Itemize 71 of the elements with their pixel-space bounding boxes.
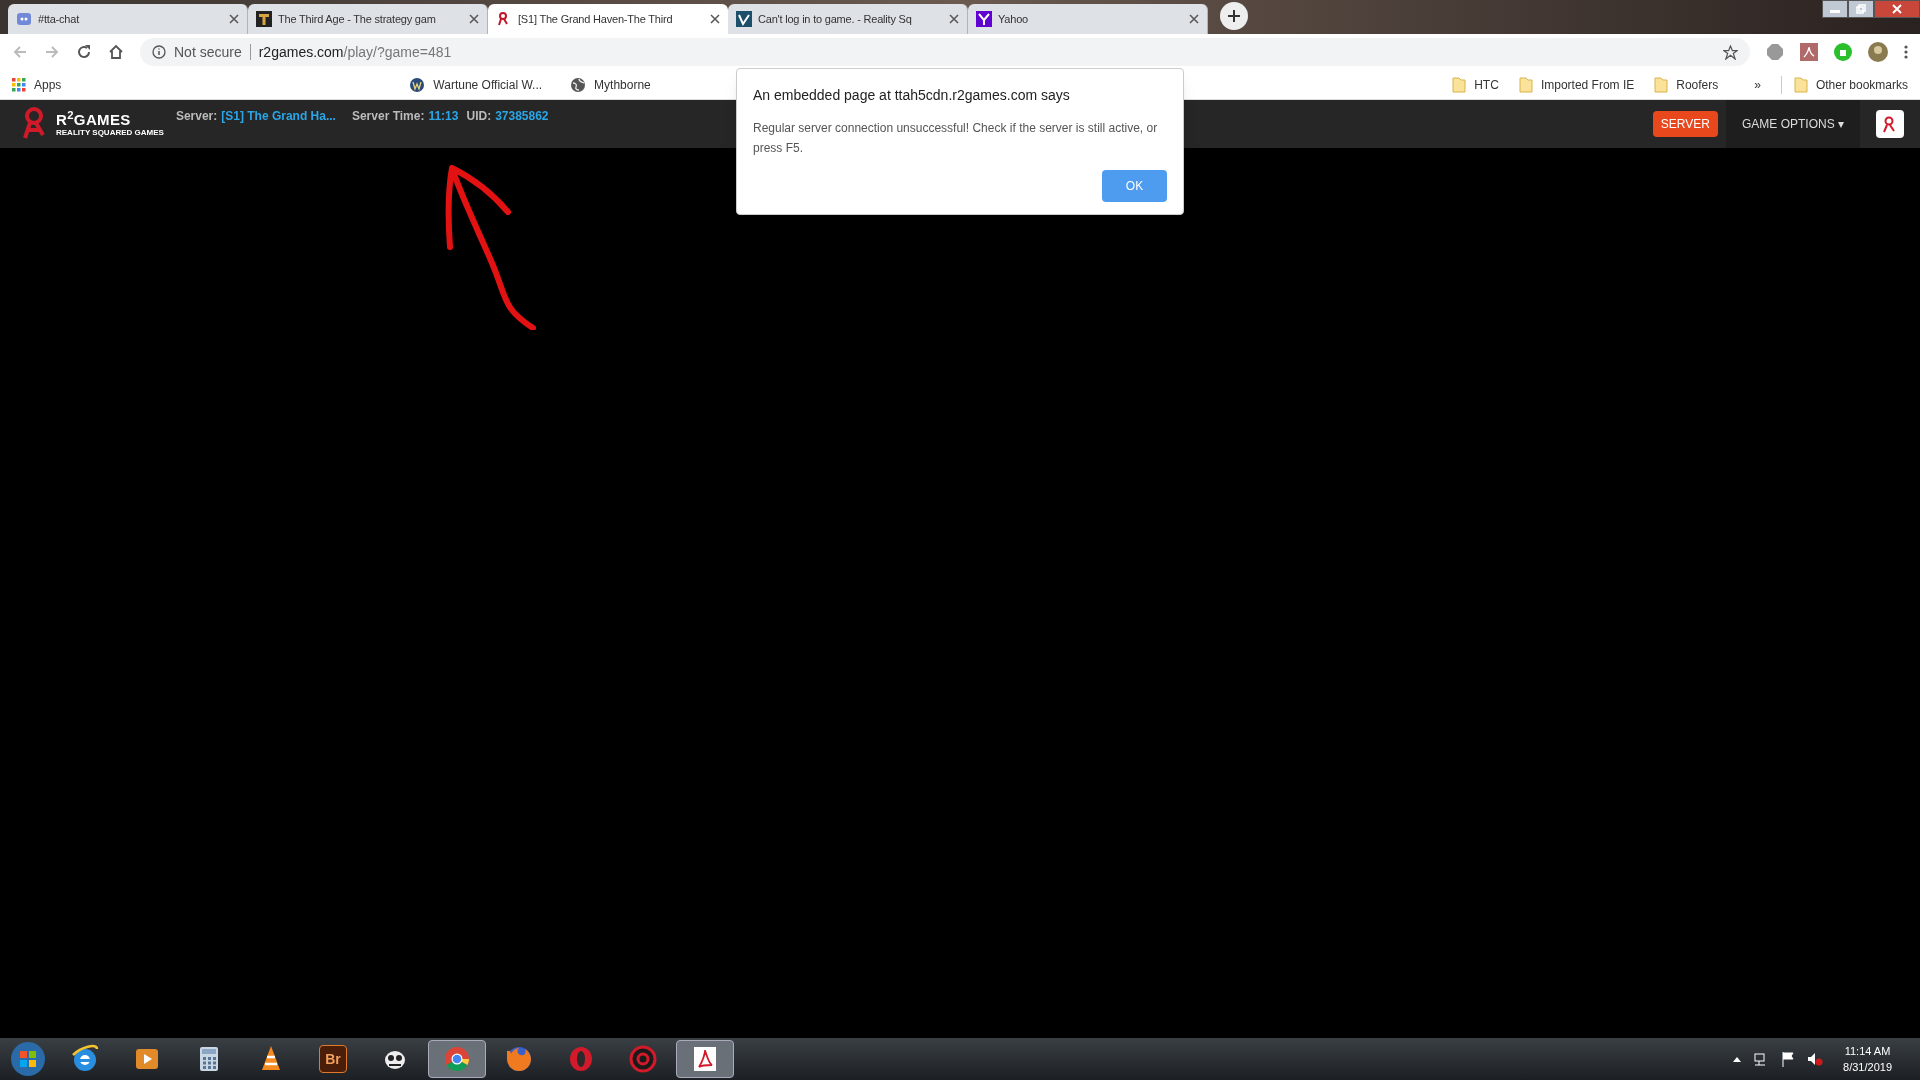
dialog-title: An embedded page at ttah5cdn.r2games.com says: [753, 86, 1071, 105]
restore-button[interactable]: [1848, 0, 1874, 18]
avatar-icon[interactable]: [1868, 42, 1888, 62]
apps-grid-icon: [12, 77, 26, 92]
close-icon: [1892, 4, 1902, 14]
tab-title: [S1] The Grand Haven-The Third: [518, 11, 673, 27]
stop-sign-icon[interactable]: [1766, 43, 1784, 61]
server-time: 11:13: [428, 108, 459, 125]
reload-icon[interactable]: [76, 44, 92, 60]
url-text: r2games.com/play/?game=481: [258, 42, 452, 62]
folder-icon: [1654, 76, 1669, 93]
plus-icon: [1228, 10, 1240, 22]
close-icon[interactable]: [229, 14, 239, 24]
caret-up-icon[interactable]: [1733, 1056, 1742, 1062]
tab-title: Can't log in to game. - Reality Sq: [758, 11, 912, 27]
server-label: Server:: [175, 108, 218, 125]
star-icon[interactable]: [1723, 44, 1738, 60]
browser-tab[interactable]: Can't log in to game. - Reality Sq: [728, 4, 968, 34]
letter-t-icon: [256, 11, 272, 27]
clock-date: 8/31/2019: [1843, 1060, 1892, 1075]
server-button[interactable]: SERVER: [1652, 111, 1718, 137]
close-icon[interactable]: [1189, 14, 1199, 24]
restore-icon: [1856, 4, 1866, 14]
close-window-button[interactable]: [1874, 0, 1920, 18]
profile-button[interactable]: [1876, 110, 1904, 138]
security-label: Not secure: [174, 42, 242, 62]
taskbar-app-button[interactable]: Br: [304, 1040, 362, 1078]
muted-speaker-icon[interactable]: [1807, 1051, 1824, 1067]
tab-title: Yahoo: [998, 11, 1028, 27]
minimize-icon: [1830, 10, 1840, 13]
tab-title: #tta-chat: [38, 11, 79, 27]
server-time-label: Server Time:: [351, 108, 425, 125]
chat-icon: [16, 11, 32, 27]
dialog-message: Regular server connection unsuccessful! Check if the server is still active, or press F5.: [753, 120, 1159, 157]
folder-icon: [1452, 76, 1467, 93]
bookmark-item[interactable]: HTC: [1452, 75, 1499, 94]
flag-icon[interactable]: [1781, 1051, 1796, 1067]
folder-icon: [1518, 76, 1533, 93]
bridge-app-icon: Br: [319, 1045, 347, 1073]
more-bookmarks-button[interactable]: »: [1754, 75, 1761, 94]
folder-icon: [1793, 76, 1808, 93]
browser-tab[interactable]: Yahoo: [968, 4, 1208, 34]
bookmark-item[interactable]: Other bookmarks: [1780, 75, 1908, 94]
close-icon[interactable]: [710, 14, 720, 24]
brand-logo-text: R$^{2}$GAMES: [56, 111, 132, 127]
home-icon[interactable]: [108, 44, 124, 60]
bookmark-item[interactable]: Mythborne: [570, 75, 651, 94]
game-options-button[interactable]: GAME OPTIONS ▾: [1726, 100, 1860, 148]
windows-orb-icon: [10, 1041, 46, 1077]
brand-tagline: REALITY SQUARED GAMES: [56, 128, 164, 137]
uid-label: UID:: [466, 108, 492, 125]
browser-tab[interactable]: #tta-chat: [8, 4, 248, 34]
uid-value: 37385862: [495, 108, 549, 125]
clock-time: 11:14 AM: [1844, 1044, 1891, 1059]
browser-tab[interactable]: [S1] The Grand Haven-The Third: [488, 4, 728, 34]
browser-tab[interactable]: The Third Age - The strategy gam: [248, 4, 488, 34]
address-field[interactable]: Not secure r2games.com/play/?game=481: [140, 38, 1750, 66]
menu-icon[interactable]: [1904, 45, 1908, 59]
pdf-extension-icon[interactable]: [1800, 43, 1818, 61]
tab-title: The Third Age - The strategy gam: [278, 11, 436, 27]
bookmark-item[interactable]: Imported From IE: [1518, 75, 1635, 94]
taskbar-clock[interactable]: 11:14 AM 8/31/2019: [1843, 1043, 1892, 1075]
globe-icon: [570, 76, 587, 93]
close-icon[interactable]: [949, 14, 959, 24]
bookmark-item[interactable]: Roofers: [1654, 75, 1719, 94]
bookmark-item[interactable]: Apps: [12, 75, 62, 94]
info-icon: [152, 45, 166, 59]
bookmark-item[interactable]: Wartune Official W...: [409, 75, 543, 94]
minimize-button[interactable]: [1822, 0, 1848, 18]
close-icon[interactable]: [469, 14, 479, 24]
server-name[interactable]: [S1] The Grand Ha...: [221, 107, 336, 125]
